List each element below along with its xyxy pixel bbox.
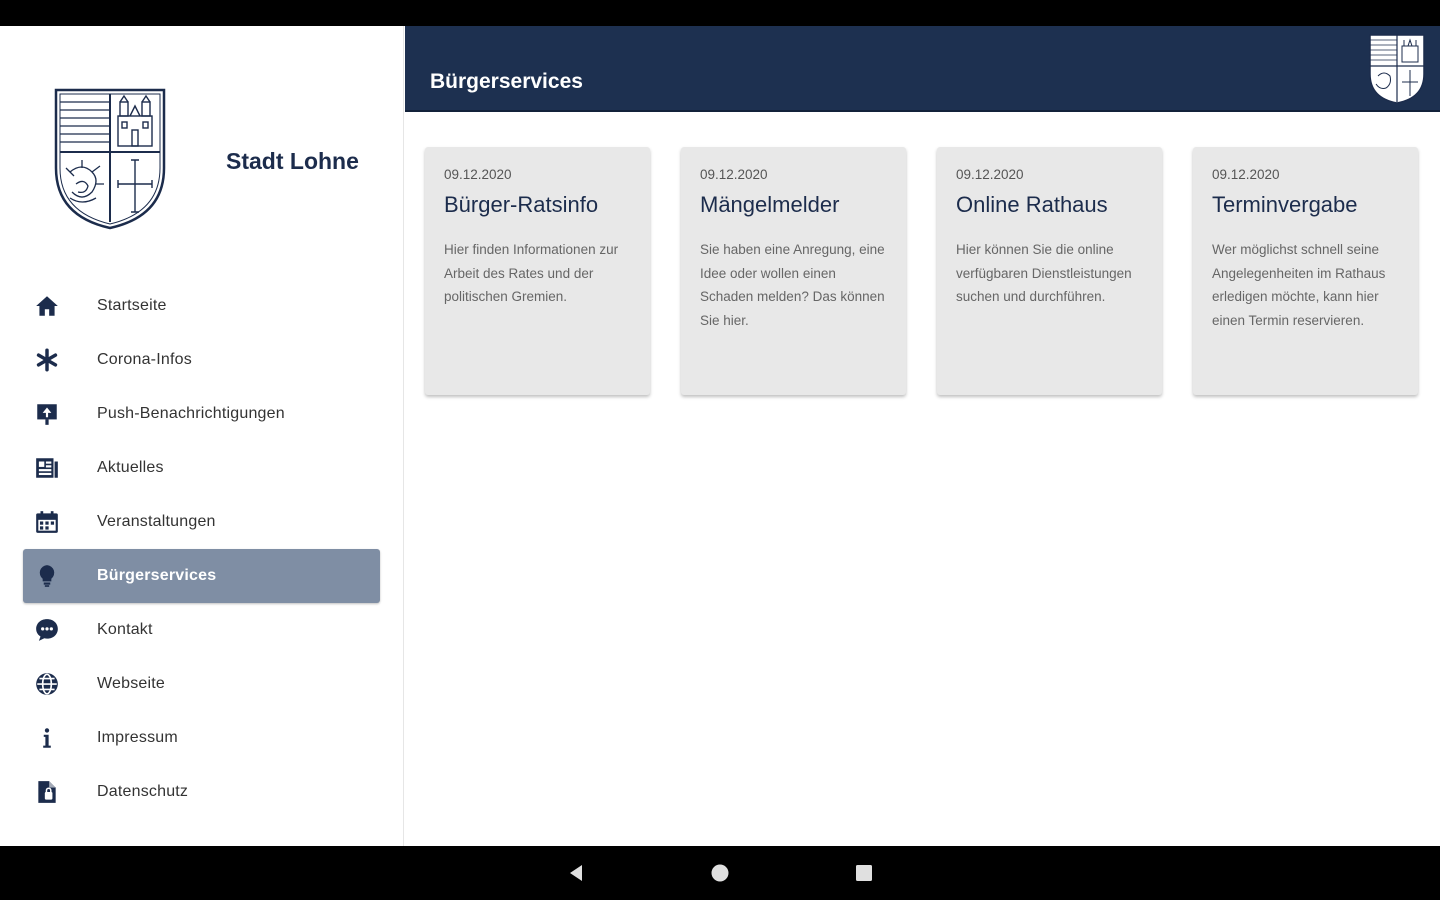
sidebar-item-startseite[interactable]: Startseite (23, 279, 380, 333)
card-maengelmelder[interactable]: 09.12.2020 Mängelmelder Sie haben eine A… (681, 147, 906, 395)
navigation-drawer: Stadt Lohne Startseite Corona-Infos Push… (0, 26, 404, 846)
sidebar-item-buergerservices[interactable]: Bürgerservices (23, 549, 380, 603)
card-buerger-ratsinfo[interactable]: 09.12.2020 Bürger-Ratsinfo Hier finden I… (425, 147, 650, 395)
card-online-rathaus[interactable]: 09.12.2020 Online Rathaus Hier können Si… (937, 147, 1162, 395)
app-bar: Bürgerservices (405, 26, 1440, 112)
push-notification-icon (33, 400, 61, 428)
sidebar-item-label: Corona-Infos (97, 351, 192, 368)
sidebar-item-label: Veranstaltungen (97, 513, 216, 530)
card-terminvergabe[interactable]: 09.12.2020 Terminvergabe Wer möglichst s… (1193, 147, 1418, 395)
sidebar-item-label: Kontakt (97, 621, 153, 638)
sidebar-item-aktuelles[interactable]: Aktuelles (23, 441, 380, 495)
sidebar-nav: Startseite Corona-Infos Push-Benachricht… (0, 279, 404, 819)
sidebar-item-label: Bürgerservices (97, 567, 217, 584)
device-screen: Stadt Lohne Startseite Corona-Infos Push… (0, 0, 1440, 900)
sidebar-item-impressum[interactable]: Impressum (23, 711, 380, 765)
newspaper-icon (33, 454, 61, 482)
city-crest-logo (1369, 34, 1425, 104)
card-title: Terminvergabe (1212, 192, 1358, 217)
lightbulb-icon (33, 562, 61, 590)
sidebar-item-webseite[interactable]: Webseite (23, 657, 380, 711)
sidebar-item-push-benachrichtigungen[interactable]: Push-Benachrichtigungen (23, 387, 380, 441)
system-navigation-bar (0, 846, 1440, 900)
back-triangle-icon (570, 865, 582, 881)
home-button[interactable] (707, 860, 733, 886)
app-window: Stadt Lohne Startseite Corona-Infos Push… (0, 26, 1440, 846)
sidebar-item-kontakt[interactable]: Kontakt (23, 603, 380, 657)
home-icon (33, 292, 61, 320)
card-date: 09.12.2020 (444, 167, 512, 182)
page-title: Bürgerservices (430, 70, 583, 93)
card-description: Sie haben eine Anregung, eine Idee oder … (700, 242, 885, 328)
card-description: Hier können Sie die online verfügbaren D… (956, 242, 1132, 304)
home-circle-icon (711, 864, 729, 882)
recents-button[interactable] (851, 860, 877, 886)
card-date: 09.12.2020 (1212, 167, 1280, 182)
chat-icon (33, 616, 61, 644)
main-content: Bürgerservices 09.12.2020 Bürger-Ratsinf… (405, 26, 1440, 846)
globe-icon (33, 670, 61, 698)
sidebar-item-label: Aktuelles (97, 459, 164, 476)
card-title: Online Rathaus (956, 192, 1108, 217)
status-bar (0, 0, 1440, 26)
card-title: Bürger-Ratsinfo (444, 192, 599, 217)
card-description: Hier finden Informationen zur Arbeit des… (444, 242, 619, 304)
service-cards: 09.12.2020 Bürger-Ratsinfo Hier finden I… (425, 147, 1420, 397)
calendar-icon (33, 508, 61, 536)
city-crest-logo (54, 88, 166, 230)
sidebar-item-corona-infos[interactable]: Corona-Infos (23, 333, 380, 387)
info-icon (33, 724, 61, 752)
recents-square-icon (856, 865, 872, 881)
card-title: Mängelmelder (700, 192, 840, 217)
sidebar-item-datenschutz[interactable]: Datenschutz (23, 765, 380, 819)
sidebar-item-veranstaltungen[interactable]: Veranstaltungen (23, 495, 380, 549)
sidebar-item-label: Startseite (97, 297, 167, 314)
sidebar-item-label: Datenschutz (97, 783, 189, 800)
card-description: Wer möglichst schnell seine Angelegenhei… (1212, 242, 1386, 328)
card-date: 09.12.2020 (956, 167, 1024, 182)
sidebar-item-label: Push-Benachrichtigungen (97, 405, 285, 422)
sidebar-item-label: Webseite (97, 675, 166, 692)
sidebar-item-label: Impressum (97, 729, 178, 746)
document-icon (33, 778, 61, 806)
asterisk-icon (33, 346, 61, 374)
card-date: 09.12.2020 (700, 167, 768, 182)
back-button[interactable] (563, 860, 589, 886)
city-name: Stadt Lohne (226, 148, 359, 174)
